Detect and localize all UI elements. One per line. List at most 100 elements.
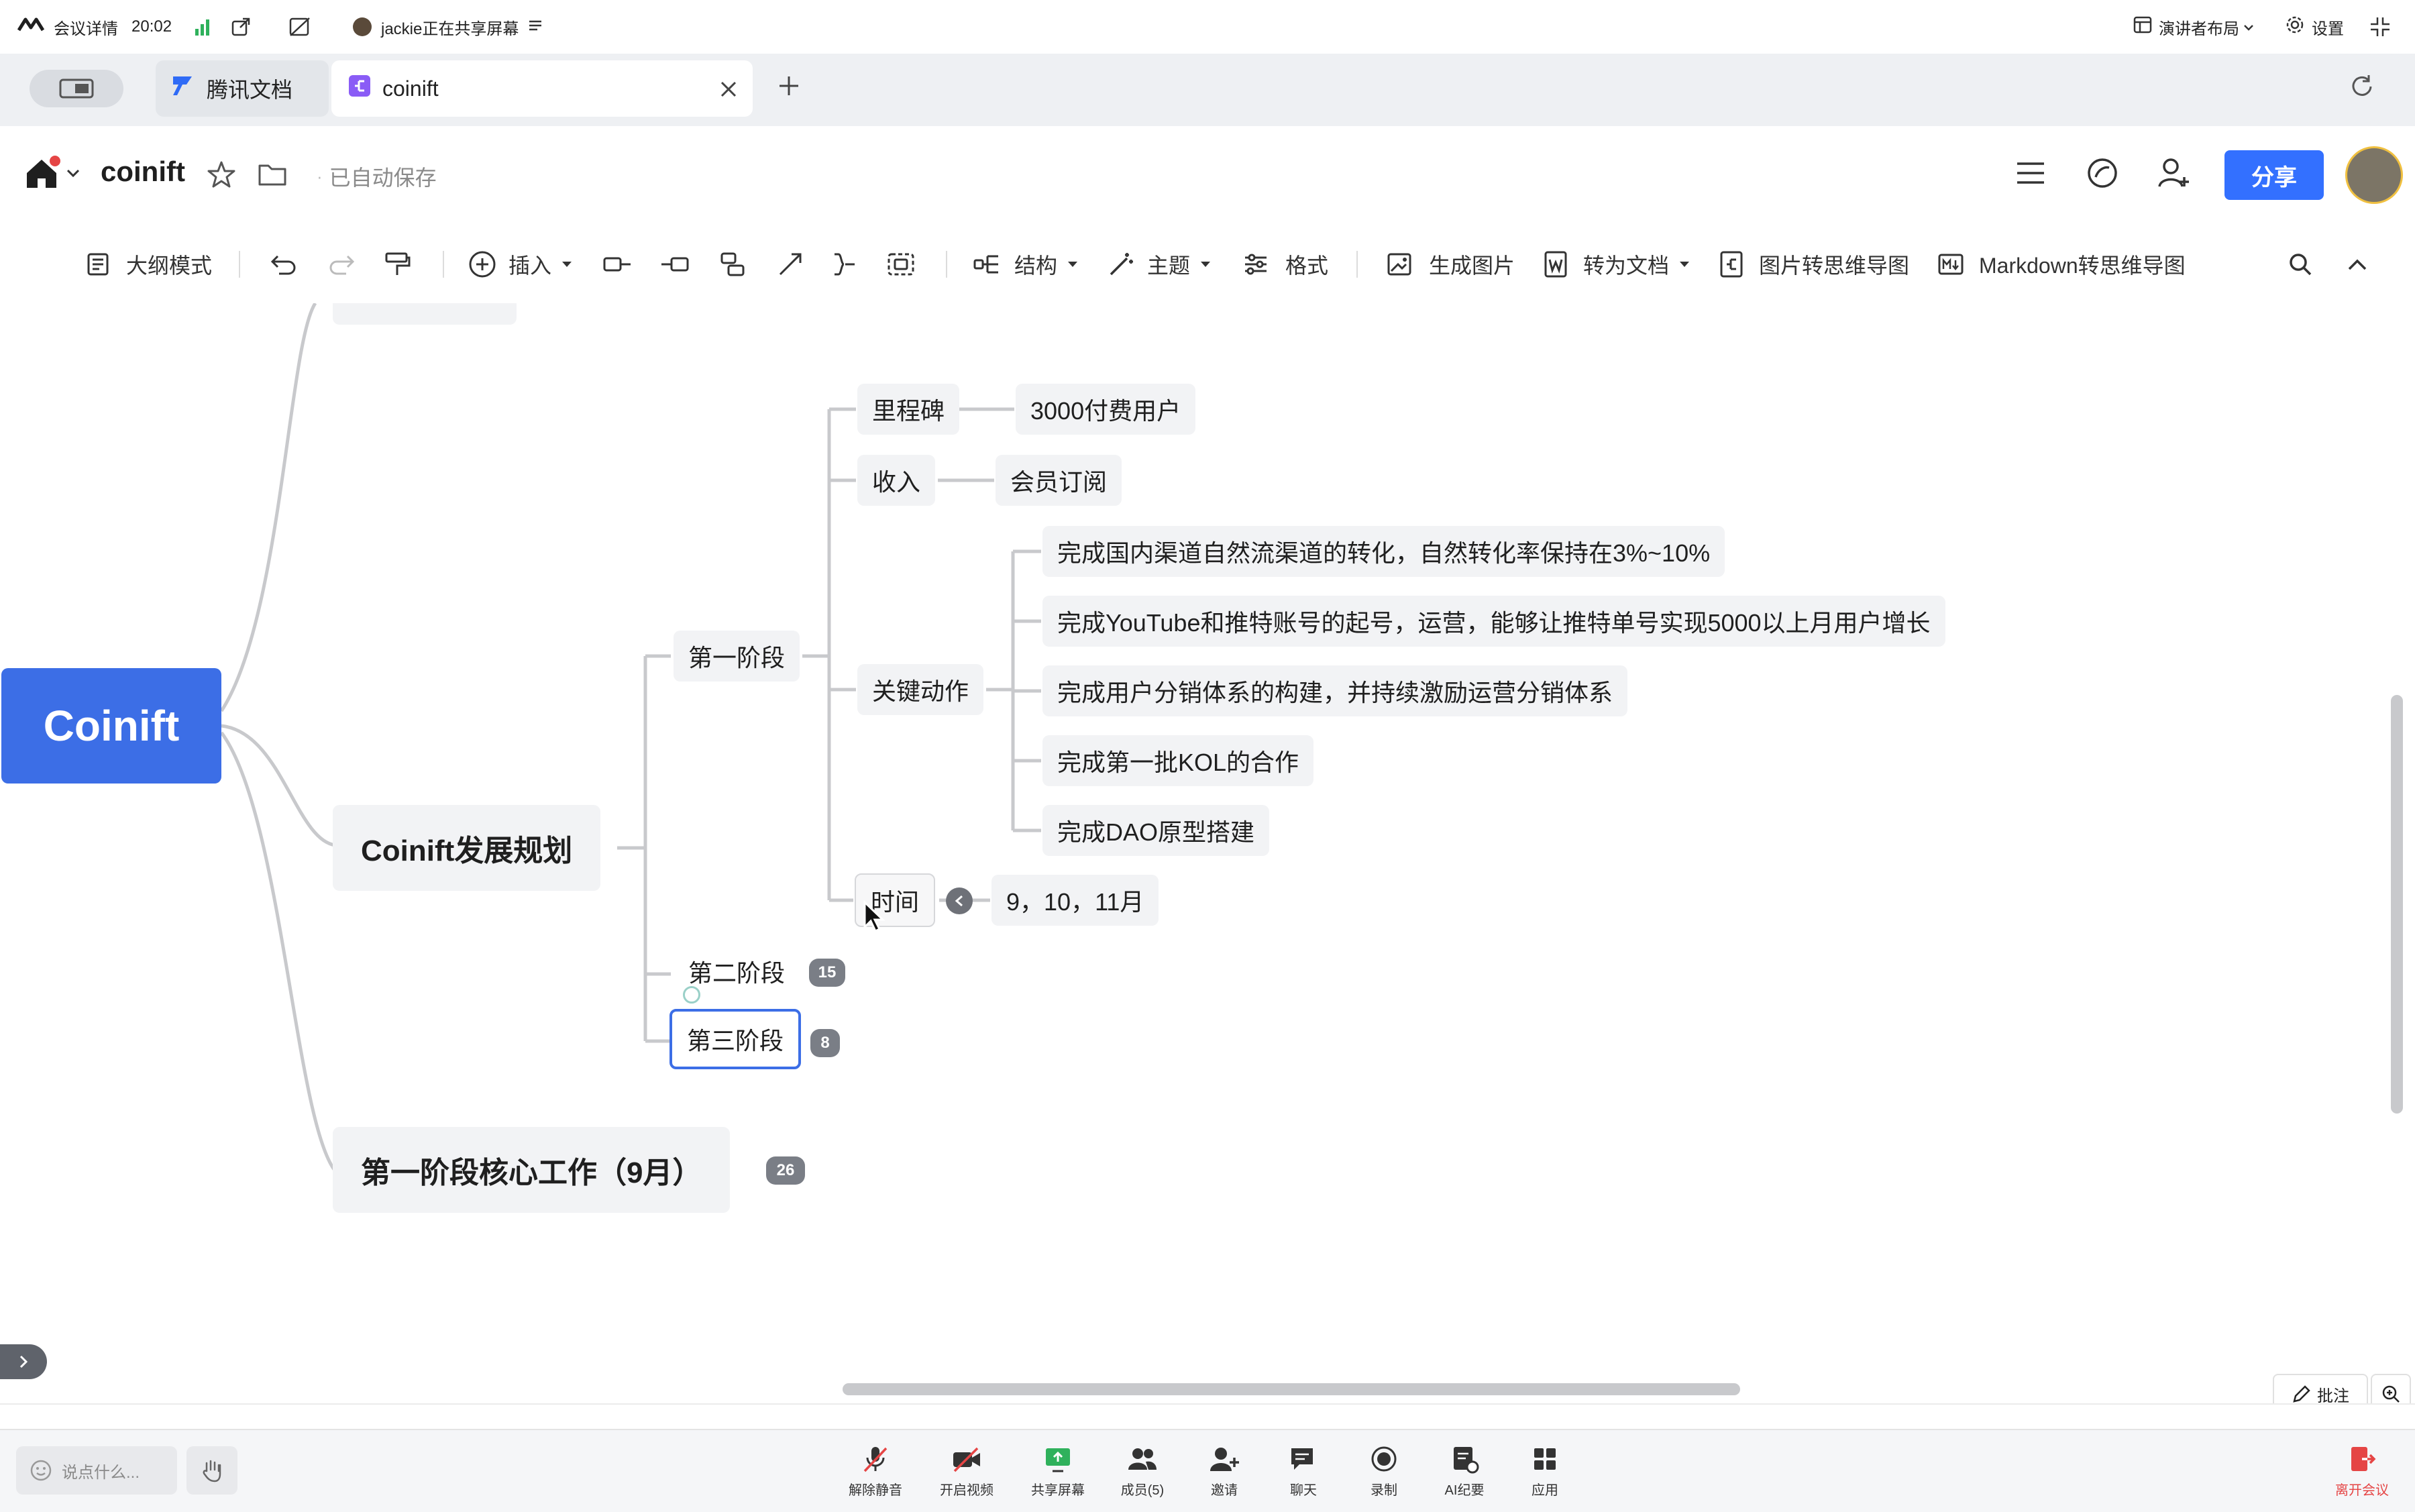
- raise-hand-button[interactable]: [186, 1446, 237, 1495]
- start-video-label: 开启视频: [940, 1482, 994, 1498]
- annotate-button[interactable]: 批注: [2273, 1374, 2368, 1403]
- mindmap-node-plan[interactable]: Coinift发展规划: [333, 805, 601, 891]
- mindmap-node-milestone-value[interactable]: 3000付费用户: [1016, 384, 1196, 435]
- mindmap-node-action[interactable]: 完成国内渠道自然流渠道的转化，自然转化率保持在3%~10%: [1042, 526, 1725, 577]
- structure-icon: [973, 255, 998, 274]
- document-title[interactable]: coinift: [101, 156, 185, 188]
- mindmap-node-key-actions[interactable]: 关键动作: [857, 664, 984, 715]
- share-button[interactable]: 分享: [2224, 150, 2324, 200]
- markdown-to-mindmap-button[interactable]: Markdown转思维导图: [1937, 225, 2186, 303]
- chat-button[interactable]: 聊天: [1267, 1430, 1340, 1512]
- search-icon[interactable]: [2288, 225, 2313, 303]
- chevron-down-icon[interactable]: [66, 168, 80, 182]
- annotate-off-icon[interactable]: [288, 0, 311, 54]
- mindmap-node-action[interactable]: 完成DAO原型搭建: [1042, 805, 1270, 856]
- structure-dropdown[interactable]: 结构: [973, 225, 1079, 303]
- collapsed-count-badge[interactable]: 8: [810, 1029, 840, 1057]
- unmute-button[interactable]: 解除静音: [839, 1430, 912, 1512]
- mindmap-root-node[interactable]: Coinift: [1, 668, 221, 784]
- mindmap-node-stage1[interactable]: 第一阶段: [674, 631, 800, 682]
- record-button[interactable]: 录制: [1347, 1430, 1421, 1512]
- mindmap-node-action[interactable]: 完成YouTube和推特账号的起号，运营，能够让推特单号实现5000以上月用户增…: [1042, 596, 1945, 647]
- tab-coinift[interactable]: coinift: [331, 60, 753, 117]
- avatar[interactable]: [2345, 146, 2403, 204]
- mic-off-icon: [863, 1446, 888, 1472]
- mindmap-node-core-work[interactable]: 第一阶段核心工作（9月）: [333, 1127, 731, 1213]
- add-parent-node-icon[interactable]: [719, 225, 746, 303]
- collapsed-count-badge[interactable]: 26: [766, 1156, 805, 1185]
- mindmap-node-partial[interactable]: [333, 303, 517, 325]
- star-icon[interactable]: [207, 160, 236, 193]
- format-painter-icon[interactable]: [384, 225, 411, 303]
- document-header: coinift · 已自动保存 分享: [0, 126, 2415, 227]
- horizontal-scrollbar[interactable]: [843, 1383, 1740, 1395]
- mindmap-node-income[interactable]: 收入: [857, 455, 936, 506]
- insert-dropdown[interactable]: 插入: [468, 225, 573, 303]
- mindmap-node-income-value[interactable]: 会员订阅: [996, 455, 1122, 506]
- menu-icon[interactable]: [2015, 160, 2046, 190]
- markdown-icon: [1938, 254, 1964, 275]
- generate-image-button[interactable]: 生成图片: [1386, 225, 1515, 303]
- leave-meeting-button[interactable]: 离开会议: [2325, 1430, 2399, 1512]
- caret-down-icon: [1201, 262, 1211, 267]
- collapse-branch-icon[interactable]: [946, 887, 973, 914]
- settings-button[interactable]: 设置: [2285, 0, 2344, 54]
- summary-icon[interactable]: [830, 225, 857, 303]
- invite-button[interactable]: 邀请: [1187, 1430, 1261, 1512]
- refresh-icon[interactable]: [2349, 74, 2375, 103]
- tab-label: coinift: [382, 76, 439, 101]
- folder-icon[interactable]: [258, 162, 287, 190]
- collapse-icon[interactable]: [2369, 0, 2391, 54]
- sidebar-toggle-button[interactable]: [30, 70, 123, 107]
- add-sibling-node-icon[interactable]: [660, 225, 690, 303]
- add-collaborator-icon[interactable]: [2157, 157, 2192, 193]
- apps-button[interactable]: 应用: [1508, 1430, 1582, 1512]
- tab-tencent-docs[interactable]: 腾讯文档: [156, 60, 329, 117]
- generate-image-label: 生成图片: [1429, 254, 1515, 278]
- mindmap-node-stage3-selected[interactable]: 第三阶段: [669, 1009, 802, 1069]
- redo-icon[interactable]: [327, 225, 356, 303]
- start-video-button[interactable]: 开启视频: [930, 1430, 1004, 1512]
- format-label: 格式: [1285, 254, 1329, 278]
- collapsed-count-badge[interactable]: 15: [809, 959, 845, 987]
- pen-icon: [2293, 1385, 2310, 1403]
- undo-icon[interactable]: [270, 225, 298, 303]
- comment-icon[interactable]: [2086, 157, 2118, 193]
- mindmap-node-action[interactable]: 完成第一批KOL的合作: [1042, 735, 1314, 786]
- mindmap-node-action[interactable]: 完成用户分销体系的构建，并持续激励运营分销体系: [1042, 665, 1628, 716]
- invite-icon: [1210, 1447, 1239, 1471]
- boundary-icon[interactable]: [887, 225, 915, 303]
- collapse-toolbar-icon[interactable]: [2347, 225, 2368, 303]
- image-to-mindmap-button[interactable]: 图片转思维导图: [1719, 225, 1909, 303]
- meeting-details-button[interactable]: 会议详情: [17, 0, 118, 54]
- theme-dropdown[interactable]: 主题: [1107, 225, 1212, 303]
- new-tab-icon[interactable]: [777, 74, 801, 101]
- plus-circle-icon: [469, 251, 496, 278]
- close-icon[interactable]: [719, 79, 738, 104]
- add-child-node-icon[interactable]: [602, 225, 632, 303]
- zoom-in-icon[interactable]: [2371, 1374, 2411, 1403]
- ai-minutes-button[interactable]: AI纪要: [1428, 1430, 1501, 1512]
- connector-icon[interactable]: [777, 225, 804, 303]
- tencent-meeting-logo-icon: [17, 17, 48, 38]
- toolbar-divider: [443, 251, 444, 278]
- mindmap-node-time-value[interactable]: 9，10，11月: [991, 875, 1159, 926]
- toolbar-divider: [1356, 251, 1358, 278]
- mindmap-node-milestone[interactable]: 里程碑: [857, 384, 960, 435]
- vertical-scrollbar[interactable]: [2391, 695, 2403, 1114]
- format-button[interactable]: 格式: [1242, 225, 1328, 303]
- home-icon[interactable]: [23, 154, 60, 195]
- sharing-text: jackie正在共享屏幕: [381, 19, 519, 38]
- mindmap-canvas[interactable]: Coinift Coinift发展规划 第一阶段核心工作（9月） 26 第一阶段…: [0, 303, 2415, 1403]
- share-screen-button[interactable]: 共享屏幕: [1021, 1430, 1095, 1512]
- chat-input[interactable]: 说点什么...: [16, 1446, 177, 1495]
- save-spinner-icon: ·: [317, 166, 323, 186]
- members-icon: [1128, 1448, 1157, 1470]
- sharing-indicator[interactable]: jackie正在共享屏幕: [353, 0, 543, 54]
- convert-to-doc-dropdown[interactable]: 转为文档: [1543, 225, 1690, 303]
- expand-panel-button[interactable]: [0, 1344, 47, 1379]
- layout-dropdown[interactable]: 演讲者布局: [2133, 0, 2254, 54]
- outline-mode-button[interactable]: 大纲模式: [86, 225, 212, 303]
- open-external-icon[interactable]: [231, 0, 251, 54]
- members-button[interactable]: 成员(5): [1106, 1430, 1179, 1512]
